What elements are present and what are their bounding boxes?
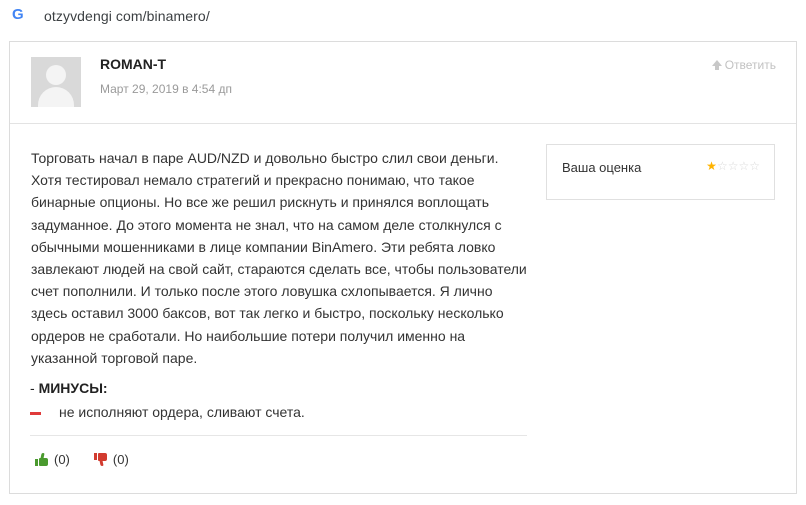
dislike-count: (0) — [112, 452, 129, 467]
rating-label: Ваша оценка — [562, 160, 642, 175]
cons-item: не исполняют ордера, сливают счета. — [30, 404, 305, 420]
review-date: Март 29, 2019 в 4:54 дп — [100, 82, 232, 96]
avatar-body-shape — [38, 87, 74, 107]
browser-address-bar: G otzyvdengi com/binamero/ — [0, 0, 806, 34]
review-header: ROMAN-T Март 29, 2019 в 4:54 дп Ответить — [10, 42, 796, 124]
reply-button[interactable]: Ответить — [711, 58, 776, 72]
star-icon[interactable]: ☆ — [749, 159, 760, 173]
cons-item-text: не исполняют ордера, сливают счета. — [59, 404, 305, 420]
avatar-head-shape — [46, 65, 66, 85]
star-icon[interactable]: ☆ — [717, 159, 728, 173]
minus-icon — [30, 411, 41, 415]
star-rating[interactable]: ★ ☆ ☆ ☆ ☆ — [706, 159, 760, 173]
star-icon[interactable]: ☆ — [728, 159, 739, 173]
rating-box: Ваша оценка ★ ☆ ☆ ☆ ☆ — [546, 144, 775, 200]
vote-bar: (0) (0) — [35, 452, 153, 467]
cons-prefix: - — [30, 380, 39, 396]
reply-arrow-icon — [711, 60, 722, 70]
google-g-icon: G — [12, 6, 24, 23]
like-button[interactable]: (0) — [35, 452, 70, 467]
divider — [30, 435, 527, 436]
reply-label: Ответить — [724, 58, 776, 72]
cons-heading: - МИНУСЫ: — [30, 380, 108, 396]
star-icon[interactable]: ☆ — [738, 159, 749, 173]
star-icon[interactable]: ★ — [706, 159, 717, 173]
review-body: Торговать начал в паре AUD/NZD и довольн… — [31, 150, 527, 366]
thumbs-up-icon — [35, 453, 48, 466]
review-card: ROMAN-T Март 29, 2019 в 4:54 дп Ответить… — [9, 41, 797, 494]
avatar — [31, 57, 81, 107]
url-text[interactable]: otzyvdengi com/binamero/ — [44, 8, 210, 24]
author-name: ROMAN-T — [100, 56, 167, 72]
dislike-button[interactable]: (0) — [93, 452, 129, 467]
like-count: (0) — [54, 452, 70, 467]
cons-title: МИНУСЫ: — [38, 380, 108, 396]
thumbs-down-icon — [93, 453, 107, 466]
